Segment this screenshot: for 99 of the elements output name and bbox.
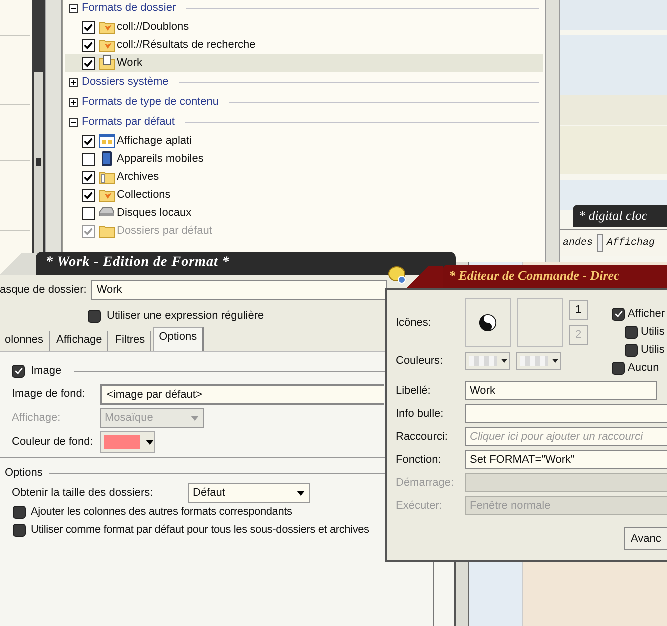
caret-icon [297, 490, 305, 496]
field-label: Démarrage: [396, 476, 456, 488]
group-label[interactable]: Formats de dossier [82, 2, 176, 14]
field-label: asque de dossier: [0, 284, 87, 296]
group-label[interactable]: Dossiers système [82, 76, 169, 88]
tree-item[interactable]: Work [65, 54, 543, 72]
folder-size-select[interactable]: Défaut [188, 483, 310, 503]
window-title: * Work - Edition de Format * [46, 255, 230, 271]
item-label: Disques locaux [117, 207, 192, 219]
toolbar-item[interactable]: Affichag [607, 238, 656, 248]
folder-icon [99, 19, 115, 35]
checkbox[interactable] [612, 308, 625, 320]
tree-item[interactable]: coll://Résultats de recherche [65, 36, 543, 54]
checkbox-label: Utiliser une expression régulière [107, 310, 264, 322]
checkbox[interactable] [82, 134, 95, 148]
tree-item[interactable]: coll://Doublons [65, 18, 543, 36]
folder-icon [99, 55, 115, 71]
balloon-icon [388, 266, 408, 286]
item-label: coll://Doublons [117, 21, 190, 33]
checkbox-label: Afficher [628, 308, 666, 320]
field-label: Info bulle: [396, 408, 445, 420]
field-label: Exécuter: [396, 500, 444, 512]
expand-icon[interactable] [69, 118, 78, 126]
item-label: Affichage aplati [117, 135, 192, 147]
input-field[interactable]: Work [465, 381, 657, 400]
tree-item[interactable]: Archives [65, 168, 543, 186]
checkbox[interactable] [82, 152, 95, 166]
field-label: Affichage: [12, 412, 62, 424]
checkbox-label: Ajouter les colonnes des autres formats correspondants [31, 506, 292, 518]
field-label: Couleur de fond: [12, 436, 94, 448]
checkbox[interactable] [82, 20, 95, 34]
section-label: Image [31, 365, 62, 377]
advanced-button[interactable]: Avanc [624, 527, 667, 550]
checkbox[interactable] [88, 310, 101, 322]
field-label: Raccourci: [396, 430, 449, 442]
number-button[interactable]: 1 [569, 300, 588, 320]
item-label: Dossiers par défaut [117, 225, 212, 237]
toolbar-item[interactable]: andes [563, 238, 594, 248]
window-title: * digital cloc [573, 205, 667, 227]
checkbox[interactable] [82, 188, 95, 202]
tablet-icon [99, 151, 115, 167]
mask-field[interactable]: Work [90, 280, 387, 300]
caret-icon [191, 416, 199, 420]
folder-icon [99, 37, 115, 53]
checkbox[interactable] [13, 524, 26, 536]
icon-slot[interactable] [465, 298, 511, 347]
checkbox-label: Utilis [641, 326, 665, 338]
folder-icon [99, 169, 115, 185]
field-label: Icônes: [396, 316, 432, 328]
checkbox[interactable] [82, 206, 95, 220]
checkbox[interactable] [625, 344, 638, 356]
group-label[interactable]: Formats par défaut [82, 116, 175, 128]
checkbox[interactable] [82, 38, 95, 52]
item-label: Work [117, 57, 142, 69]
field-label: Fonction: [396, 454, 442, 466]
color-picker[interactable] [516, 352, 561, 370]
item-label: Collections [117, 189, 171, 201]
field-label: Libellé: [396, 384, 432, 396]
window-icon [99, 133, 115, 149]
color-picker[interactable] [100, 431, 155, 453]
checkbox[interactable] [82, 56, 95, 70]
checkbox[interactable] [82, 170, 95, 184]
folder-icon [99, 223, 115, 239]
tree-item[interactable]: Appareils mobiles [65, 150, 543, 168]
item-label: coll://Résultats de recherche [117, 39, 256, 51]
tree-item[interactable]: Disques locaux [65, 204, 543, 222]
tree-item[interactable]: Collections [65, 186, 543, 204]
item-label: Appareils mobiles [117, 153, 204, 165]
checkbox-label: Utilis [641, 344, 665, 356]
checkbox[interactable] [625, 326, 638, 338]
checkbox-label: Utiliser comme format par défaut pour tous les sous-dossiers et archives [31, 524, 370, 536]
input-field[interactable]: Cliquer ici pour ajouter un raccourci [465, 427, 667, 446]
tab[interactable]: Options [153, 327, 204, 351]
tree-item[interactable]: Affichage aplati [65, 132, 543, 150]
caret-icon [146, 440, 154, 444]
field-label: Image de fond: [12, 388, 86, 400]
item-label: Archives [117, 171, 160, 183]
expand-icon[interactable] [69, 78, 78, 86]
expand-icon[interactable] [69, 4, 78, 12]
window-title: * Editeur de Commande - Direc [449, 268, 620, 284]
folder-icon [99, 187, 115, 203]
checkbox[interactable] [12, 364, 25, 378]
color-picker[interactable] [465, 352, 510, 370]
group-label[interactable]: Formats de type de contenu [82, 96, 219, 108]
caret-icon [552, 359, 559, 363]
expand-icon[interactable] [69, 98, 78, 106]
checkbox-label: Aucun [628, 362, 660, 374]
caret-icon [501, 359, 508, 363]
section-label: Options [4, 467, 43, 479]
input-field[interactable] [465, 404, 667, 423]
yin-yang-icon [479, 314, 497, 332]
toolbar-grip [597, 234, 604, 252]
checkbox[interactable] [612, 362, 625, 374]
image-field[interactable]: <image par défaut> [100, 384, 384, 404]
field-label: Couleurs: [396, 355, 444, 367]
window-corner [0, 250, 36, 275]
input-field[interactable]: Set FORMAT="Work" [465, 450, 667, 469]
checkbox[interactable] [13, 506, 26, 518]
field-label: Obtenir la taille des dossiers: [12, 487, 154, 499]
